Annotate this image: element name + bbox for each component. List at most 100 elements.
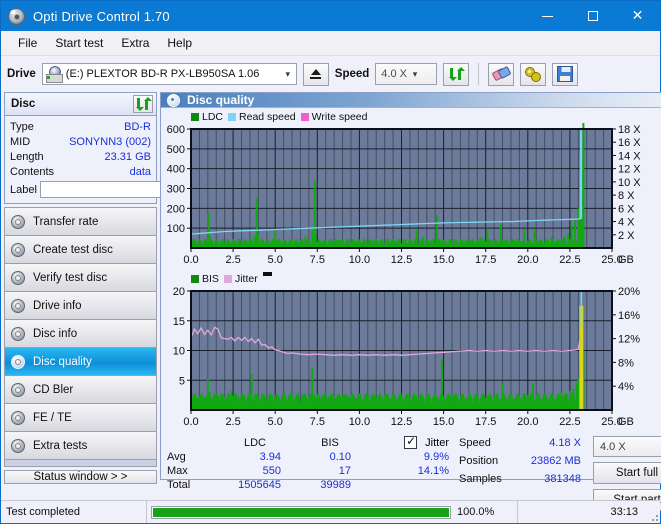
test-nav-list: Transfer rate Create test disc Verify te…: [4, 207, 157, 460]
disc-properties: Type BD-R MID SONYNN3 (002) Length 23.31…: [5, 116, 238, 203]
disc-row-mid: MID SONYNN3 (002): [10, 134, 151, 149]
menu-item-extra[interactable]: Extra: [112, 33, 158, 53]
sidebar-item-create-test-disc[interactable]: Create test disc: [5, 236, 156, 264]
drive-select[interactable]: (E:) PLEXTOR BD-R PX-LB950SA 1.06 ▾: [41, 63, 297, 85]
svg-text:GB: GB: [618, 416, 634, 428]
test-speed-select[interactable]: 4.0 X ▾: [593, 436, 661, 457]
ldc-readspeed-chart[interactable]: 100 200 300 400 500 600 2 X4 X 6 X8 X 10 X 12 X 14…: [161, 123, 661, 270]
minimize-button[interactable]: [525, 1, 570, 31]
speed-select[interactable]: 4.0 X ▾: [375, 63, 438, 85]
chevron-down-icon: ▾: [412, 68, 418, 79]
stat-row-max-label: Max: [167, 465, 188, 477]
disc-icon: [11, 411, 25, 425]
status-window-button[interactable]: Status window > >: [4, 470, 157, 484]
disc-icon: [11, 355, 25, 369]
erase-button[interactable]: [488, 62, 515, 86]
progress-percent: 100.0%: [457, 506, 495, 518]
disc-contents-value: data: [129, 165, 151, 178]
start-full-button[interactable]: Start full: [593, 462, 661, 484]
bis-jitter-chart[interactable]: 5 10 15 20 4% 8% 12% 16% 20% 0.0 2.5 5.0 7.5 10.0 12.5…: [161, 285, 661, 432]
svg-text:14 X: 14 X: [618, 150, 641, 162]
svg-text:5.0: 5.0: [268, 254, 283, 266]
speed-label: Speed: [334, 68, 370, 80]
drive-icon: [45, 66, 63, 83]
svg-text:GB: GB: [618, 254, 634, 266]
menu-bar: File Start test Extra Help: [1, 31, 660, 56]
drive-label: Drive: [7, 68, 36, 80]
jitter-header: Jitter: [365, 435, 459, 449]
stat-col-bis: BIS: [321, 436, 339, 449]
sidebar-item-disc-info[interactable]: Disc info: [5, 320, 156, 348]
legend-label-jitter: Jitter: [234, 272, 258, 285]
disc-label-caption: Label: [10, 183, 37, 196]
sidebar-item-transfer-rate[interactable]: Transfer rate: [5, 208, 156, 236]
svg-text:300: 300: [167, 184, 185, 196]
sidebar-item-verify-test-disc[interactable]: Verify test disc: [5, 264, 156, 292]
stat-total-ldc: 1505645: [238, 479, 281, 491]
panel-header: Disc quality: [161, 93, 661, 108]
disc-label-row: Label: [10, 181, 238, 198]
menu-item-start-test[interactable]: Start test: [46, 33, 112, 53]
window-title: Opti Drive Control 1.70: [33, 8, 170, 24]
progress-fill: [153, 507, 449, 517]
stat-max-bis: 17: [338, 465, 351, 477]
disc-contents-label: Contents: [10, 165, 55, 178]
sidebar-item-cd-bler[interactable]: CD Bler: [5, 376, 156, 404]
legend-label-bis: BIS: [202, 272, 219, 285]
chart1-legend: LDC Read speed Write speed: [161, 110, 661, 123]
disc-length-label: Length: [10, 150, 44, 163]
stat-max-ldc: 550: [262, 465, 281, 477]
save-icon: [557, 66, 574, 82]
svg-text:22.5: 22.5: [559, 416, 580, 428]
legend-item-write-speed: Write speed: [300, 111, 368, 123]
sidebar-item-label: Drive info: [33, 299, 82, 312]
resize-grip[interactable]: [646, 501, 660, 523]
disc-quality-panel: Disc quality LDC Read speed Write speed …: [160, 92, 661, 511]
svg-text:200: 200: [167, 203, 185, 215]
svg-text:16 X: 16 X: [618, 137, 641, 149]
legend-item-bis: BIS: [191, 273, 219, 285]
menu-item-file[interactable]: File: [9, 33, 46, 53]
jitter-checkbox[interactable]: [404, 435, 418, 449]
test-speed-value: 4.0 X: [600, 440, 626, 453]
menu-item-help[interactable]: Help: [158, 33, 201, 53]
sidebar-item-label: Transfer rate: [33, 215, 99, 228]
legend-swatch-bis: [191, 274, 199, 283]
disc-icon: [11, 215, 25, 229]
svg-text:12.5: 12.5: [391, 416, 412, 428]
svg-text:20.0: 20.0: [517, 254, 538, 266]
tools-icon: [525, 67, 542, 82]
svg-text:15.0: 15.0: [433, 416, 454, 428]
svg-text:20%: 20%: [618, 286, 640, 298]
svg-text:12.5: 12.5: [391, 254, 412, 266]
sidebar-item-fe-te[interactable]: FE / TE: [5, 404, 156, 432]
sidebar-item-label: Verify test disc: [33, 271, 108, 284]
disc-icon: [167, 94, 180, 107]
sidebar-item-disc-quality[interactable]: Disc quality: [5, 348, 156, 376]
tools-button[interactable]: [520, 62, 547, 86]
eject-button[interactable]: [302, 62, 329, 86]
svg-text:17.5: 17.5: [475, 416, 496, 428]
elapsed-time: 33:13: [610, 506, 638, 518]
stat-row-avg-label: Avg: [167, 451, 186, 463]
refresh-button[interactable]: [443, 62, 470, 86]
samples-stat-value: 381348: [544, 473, 581, 485]
sidebar-item-extra-tests[interactable]: Extra tests: [5, 432, 156, 460]
save-button[interactable]: [552, 62, 579, 86]
maximize-button[interactable]: [570, 1, 615, 31]
charts-area: LDC Read speed Write speed 100 200 300 400 5…: [161, 108, 661, 432]
svg-text:20.0: 20.0: [517, 416, 538, 428]
legend-item-jitter: Jitter: [223, 272, 258, 285]
page-title: Disc quality: [187, 93, 255, 107]
disc-refresh-button[interactable]: [133, 95, 153, 113]
disc-icon: [11, 243, 25, 257]
drive-toolbar: Drive (E:) PLEXTOR BD-R PX-LB950SA 1.06 …: [1, 56, 660, 92]
sidebar-item-drive-info[interactable]: Drive info: [5, 292, 156, 320]
progress-container: 100.0%: [147, 505, 517, 519]
svg-text:12%: 12%: [618, 334, 640, 346]
refresh-icon: [448, 67, 465, 81]
svg-text:6 X: 6 X: [618, 203, 635, 215]
svg-text:5: 5: [179, 375, 185, 387]
close-button[interactable]: ✕: [615, 1, 660, 31]
legend-swatch-jitter: [223, 274, 232, 283]
